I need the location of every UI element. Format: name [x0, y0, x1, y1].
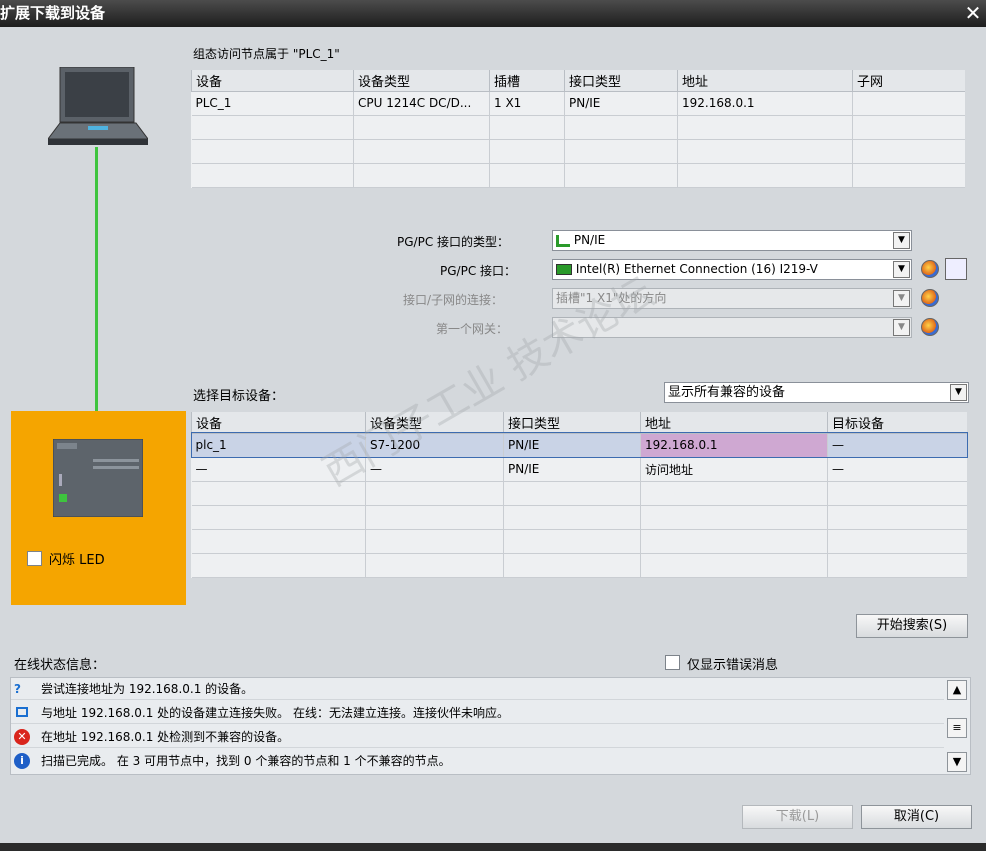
pgpc-label: PG/PC 接口：: [440, 264, 517, 278]
target-label: 选择目标设备：: [193, 389, 285, 404]
config-header: 组态访问节点属于 "PLC_1": [193, 47, 340, 61]
error-icon: ✕: [14, 729, 30, 745]
list-item: ? 尝试连接地址为 192.168.0.1 的设备。: [11, 678, 944, 700]
col-address: 地址: [677, 70, 853, 92]
plc-device-icon: [53, 439, 143, 517]
status-label: 在线状态信息：: [14, 658, 106, 673]
cancel-button[interactable]: 取消(C): [861, 805, 972, 829]
col-interface-type: 接口类型: [503, 412, 641, 434]
subnet-label: 接口/子网的连接：: [403, 293, 504, 307]
col-target-device: 目标设备: [827, 412, 967, 434]
table-row: [191, 505, 967, 530]
table-row: [191, 139, 965, 164]
config-table-header: 设备 设备类型 插槽 接口类型 地址 子网: [191, 70, 965, 92]
cell: PLC_1: [191, 91, 354, 116]
col-address: 地址: [640, 412, 828, 434]
device-filter-value: 显示所有兼容的设备: [668, 385, 786, 400]
chevron-down-icon[interactable]: ▼: [893, 261, 910, 278]
scroll-down-button[interactable]: ▼: [947, 752, 967, 772]
cell: [852, 91, 965, 116]
cell[interactable]: 访问地址: [640, 457, 828, 482]
col-device: 设备: [191, 70, 354, 92]
shield-icon[interactable]: [921, 289, 939, 307]
cell: 192.168.0.1: [677, 91, 853, 116]
connect-question-icon: ?: [14, 682, 21, 696]
plc-panel: 闪烁 LED: [11, 411, 186, 605]
table-row: [191, 163, 965, 188]
info-icon: i: [14, 753, 30, 769]
pc-laptop-icon: [48, 67, 148, 145]
table-row[interactable]: — — PN/IE 访问地址 —: [191, 457, 967, 482]
list-item: ✕ 在地址 192.168.0.1 处检测到不兼容的设备。: [11, 726, 944, 748]
cell: CPU 1214C DC/D...: [353, 91, 490, 116]
col-device-type: 设备类型: [353, 70, 490, 92]
cell: PN/IE: [503, 433, 641, 458]
pgpc-type-select[interactable]: PN/IE ▼: [552, 230, 912, 251]
scroll-thumb[interactable]: ≡: [947, 718, 967, 738]
flash-led-checkbox[interactable]: [27, 551, 42, 566]
target-table: 设备 设备类型 接口类型 地址 目标设备 plc_1 S7-1200 PN/IE…: [190, 412, 968, 578]
download-button[interactable]: 下载(L): [742, 805, 853, 829]
table-row[interactable]: PLC_1 CPU 1214C DC/D... 1 X1 PN/IE 192.1…: [191, 91, 965, 116]
chevron-down-icon[interactable]: ▼: [893, 232, 910, 249]
pnie-icon: [556, 234, 570, 247]
cell: —: [827, 433, 967, 458]
message-text: 尝试连接地址为 192.168.0.1 的设备。: [41, 682, 254, 696]
table-row: [191, 529, 967, 554]
connect-fail-icon: [16, 707, 28, 717]
connection-line: [95, 147, 98, 440]
gateway-label: 第一个网关：: [436, 322, 509, 336]
close-icon[interactable]: ✕: [960, 2, 986, 26]
only-errors-checkbox[interactable]: [665, 655, 680, 670]
title-bar: 扩展下载到设备 ✕: [0, 0, 986, 27]
config-table: 设备 设备类型 插槽 接口类型 地址 子网 PLC_1 CPU 1214C DC…: [191, 70, 965, 188]
diagnostics-icon[interactable]: [945, 258, 967, 280]
flash-led-label: 闪烁 LED: [49, 553, 105, 568]
chevron-down-icon[interactable]: ▼: [950, 384, 967, 401]
pgpc-type-label: PG/PC 接口的类型：: [397, 235, 510, 249]
table-row: [191, 481, 967, 506]
col-slot: 插槽: [489, 70, 565, 92]
scroll-up-button[interactable]: ▲: [947, 680, 967, 700]
bottom-border: [0, 843, 986, 851]
message-text: 在地址 192.168.0.1 处检测到不兼容的设备。: [41, 730, 290, 744]
target-table-header: 设备 设备类型 接口类型 地址 目标设备: [191, 412, 967, 434]
shield-icon[interactable]: [921, 318, 939, 336]
table-row[interactable]: plc_1 S7-1200 PN/IE 192.168.0.1 —: [190, 432, 968, 458]
table-row: [191, 553, 967, 578]
button-bar: 下载(L) 取消(C): [0, 790, 986, 851]
status-message-list: ? 尝试连接地址为 192.168.0.1 的设备。 与地址 192.168.0…: [10, 677, 971, 775]
message-text: 扫描已完成。 在 3 可用节点中，找到 0 个兼容的节点和 1 个不兼容的节点。: [41, 754, 451, 768]
only-errors-label: 仅显示错误消息: [687, 658, 779, 673]
table-row: [191, 115, 965, 140]
device-filter-select[interactable]: 显示所有兼容的设备 ▼: [664, 382, 969, 403]
list-item: 与地址 192.168.0.1 处的设备建立连接失败。 在线：无法建立连接。连接…: [11, 702, 944, 724]
dialog-body: 闪烁 LED 组态访问节点属于 "PLC_1" 设备 设备类型 插槽 接口类型 …: [0, 27, 986, 812]
cell: PN/IE: [564, 91, 678, 116]
cell: PN/IE: [503, 457, 641, 482]
cell: 1 X1: [489, 91, 565, 116]
cell[interactable]: 192.168.0.1: [640, 433, 828, 458]
list-item: i 扫描已完成。 在 3 可用节点中，找到 0 个兼容的节点和 1 个不兼容的节…: [11, 750, 944, 772]
col-interface-type: 接口类型: [564, 70, 678, 92]
pgpc-type-value: PN/IE: [573, 233, 606, 247]
col-subnet: 子网: [852, 70, 965, 92]
shield-icon[interactable]: [921, 260, 939, 278]
window-title: 扩展下载到设备: [0, 4, 106, 22]
message-text: 与地址 192.168.0.1 处的设备建立连接失败。 在线：无法建立连接。连接…: [41, 706, 509, 720]
start-search-button[interactable]: 开始搜索(S): [856, 614, 968, 638]
chevron-down-icon: ▼: [893, 290, 910, 307]
chevron-down-icon: ▼: [893, 319, 910, 336]
network-card-icon: [556, 264, 572, 275]
cell: —: [827, 457, 967, 482]
